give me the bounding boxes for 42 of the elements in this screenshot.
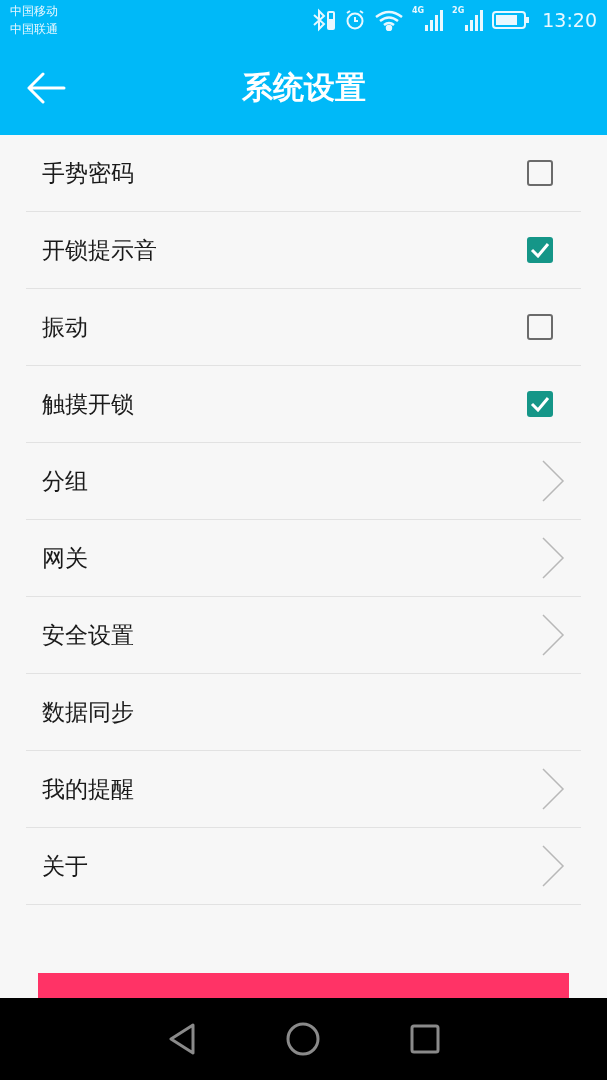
checkbox[interactable] [527, 237, 553, 263]
settings-row[interactable]: 安全设置 [26, 597, 581, 674]
chevron-right-icon [541, 844, 565, 888]
settings-label: 开锁提示音 [42, 235, 157, 265]
settings-row[interactable]: 我的提醒 [26, 751, 581, 828]
home-nav-icon[interactable] [285, 1022, 320, 1056]
settings-row[interactable]: 数据同步 [26, 674, 581, 751]
checkbox[interactable] [527, 160, 553, 186]
settings-label: 关于 [42, 851, 88, 881]
settings-label: 分组 [42, 466, 88, 496]
chevron-right-icon [541, 459, 565, 503]
settings-row[interactable]: 触摸开锁 [26, 366, 581, 443]
back-nav-icon[interactable] [167, 1023, 196, 1055]
settings-row[interactable]: 振动 [26, 289, 581, 366]
chevron-right-icon [541, 613, 565, 657]
settings-label: 手势密码 [42, 158, 134, 188]
settings-row[interactable]: 分组 [26, 443, 581, 520]
carrier-name: 中国联通 [10, 21, 58, 38]
wifi-icon [373, 9, 404, 31]
settings-row[interactable]: 关于 [26, 828, 581, 905]
signal-icon [464, 8, 485, 32]
status-time: 13:20 [542, 9, 597, 31]
settings-label: 我的提醒 [42, 774, 134, 804]
settings-row[interactable]: 开锁提示音 [26, 212, 581, 289]
settings-row[interactable]: 网关 [26, 520, 581, 597]
signal-icon [424, 8, 445, 32]
chevron-right-icon [541, 767, 565, 811]
page-title: 系统设置 [241, 67, 366, 107]
network-type: 2G [452, 6, 465, 15]
chevron-right-icon [541, 536, 565, 580]
battery-icon [492, 10, 531, 30]
network-type: 4G [411, 6, 425, 15]
checkbox[interactable] [527, 391, 553, 417]
settings-label: 安全设置 [42, 620, 134, 650]
settings-label: 触摸开锁 [42, 389, 134, 419]
settings-label: 振动 [42, 312, 88, 342]
recents-nav-icon[interactable] [409, 1024, 440, 1054]
settings-row[interactable]: 手势密码 [26, 135, 581, 212]
carrier-name: 中国移动 [10, 3, 58, 20]
checkbox[interactable] [527, 314, 553, 340]
settings-label: 数据同步 [42, 697, 134, 727]
settings-label: 网关 [42, 543, 88, 573]
